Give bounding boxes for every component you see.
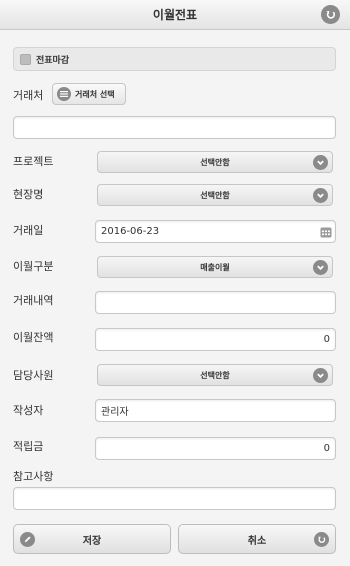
staff-selected-value: 선택안함: [200, 370, 230, 380]
closing-label: 전표마감: [36, 55, 70, 66]
trade-detail-input[interactable]: [95, 291, 336, 314]
vendor-select-button-label: 거래처 선택: [75, 89, 115, 99]
trade-date-value: 2016-06-23: [101, 226, 160, 237]
list-icon: [57, 87, 71, 101]
reserve-input[interactable]: 0: [95, 437, 336, 460]
cancel-button[interactable]: 취소: [178, 524, 336, 554]
vendor-select-button[interactable]: 거래처 선택: [52, 83, 126, 105]
header-bar: 이월전표: [0, 0, 350, 30]
save-button[interactable]: 저장: [13, 524, 171, 554]
trade-date-label: 거래일: [13, 224, 44, 237]
chevron-down-icon: [313, 368, 328, 383]
remarks-input[interactable]: [13, 487, 336, 510]
calendar-icon[interactable]: [320, 226, 332, 238]
site-select[interactable]: 선택안함: [97, 184, 333, 206]
project-selected-value: 선택안함: [200, 157, 230, 167]
site-selected-value: 선택안함: [200, 190, 230, 200]
vendor-label: 거래처: [13, 89, 44, 102]
pencil-icon: [20, 532, 35, 547]
page-title: 이월전표: [152, 8, 198, 22]
back-arrow-icon: [326, 11, 336, 19]
cancel-button-label: 취소: [247, 535, 267, 547]
staff-select[interactable]: 선택안함: [97, 364, 333, 386]
chevron-down-icon: [313, 155, 328, 170]
carry-type-selected-value: 매출이월: [200, 262, 230, 272]
carry-type-select[interactable]: 매출이월: [97, 256, 333, 278]
reserve-label: 적립금: [13, 440, 44, 453]
remarks-label: 참고사항: [13, 470, 54, 483]
carry-type-label: 이월구분: [13, 260, 54, 273]
save-button-label: 저장: [82, 535, 102, 547]
project-select[interactable]: 선택안함: [97, 151, 333, 173]
chevron-down-icon: [313, 188, 328, 203]
staff-label: 담당사원: [13, 369, 54, 382]
closing-checkbox[interactable]: [20, 53, 31, 65]
carry-balance-label: 이월잔액: [13, 331, 54, 344]
project-label: 프로젝트: [13, 155, 54, 168]
back-button[interactable]: [321, 5, 340, 24]
undo-icon: [314, 532, 329, 547]
site-label: 현장명: [13, 188, 44, 201]
closing-checkbox-row[interactable]: 전표마감: [13, 47, 336, 71]
author-input[interactable]: 관리자: [95, 399, 336, 422]
author-label: 작성자: [13, 404, 44, 417]
vendor-input[interactable]: [13, 116, 336, 139]
trade-date-input[interactable]: 2016-06-23: [95, 220, 336, 243]
trade-detail-label: 거래내역: [13, 294, 54, 307]
carry-balance-input[interactable]: 0: [95, 328, 336, 351]
chevron-down-icon: [313, 260, 328, 275]
